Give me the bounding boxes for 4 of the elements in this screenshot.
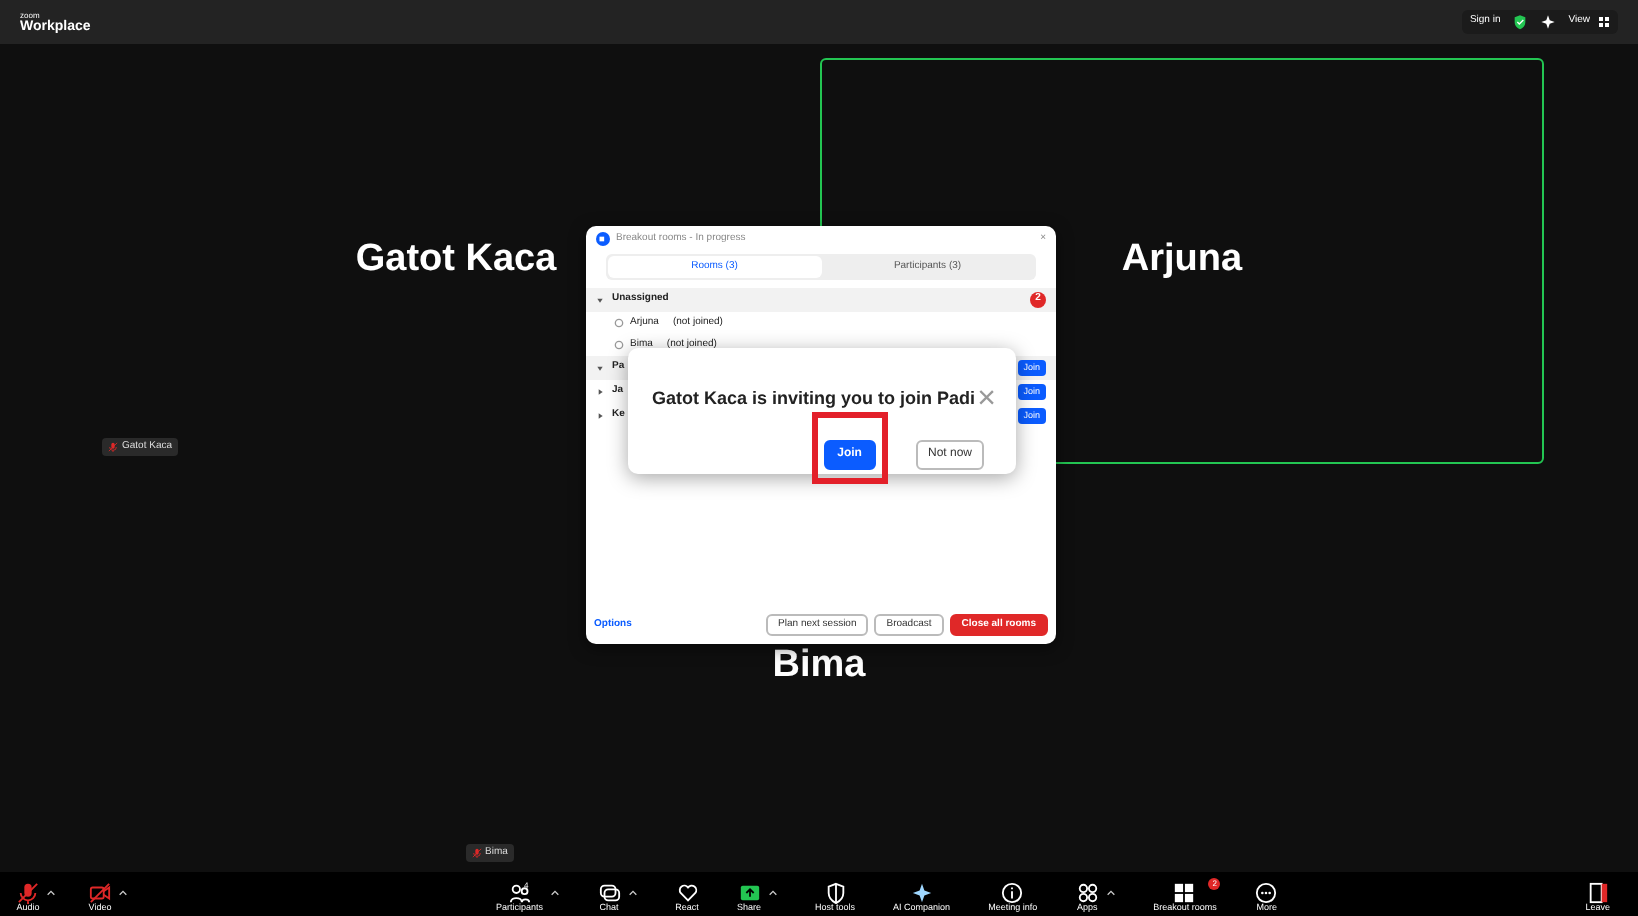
participant-name: Bima xyxy=(772,642,866,691)
invitation-message: Gatot Kaca is inviting you to join Padi xyxy=(652,386,976,413)
participant-name: Gatot Kaca xyxy=(355,236,557,285)
participant-name: Arjuna xyxy=(1121,236,1243,285)
